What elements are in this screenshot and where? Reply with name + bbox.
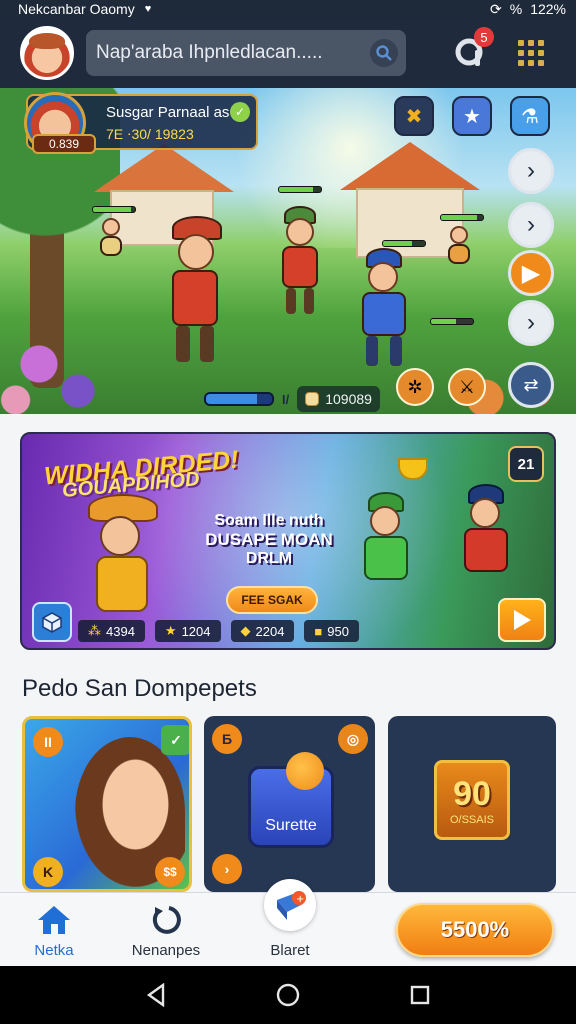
game-scene[interactable]: Susgar Parnaal as 7E ⋅30/ 19823 0.839 ✓ … [0, 88, 576, 414]
house-roof-right [340, 142, 480, 190]
coins-badge: $$ [155, 857, 185, 887]
bonus-label: O/SSAIS [449, 813, 495, 826]
gift-icon: + [264, 879, 316, 931]
promo-girl-character [78, 494, 178, 614]
game-card-3[interactable]: 90 O/SSAIS [388, 716, 556, 892]
play-icon[interactable] [498, 598, 546, 642]
search-box[interactable] [86, 30, 406, 76]
player-score: 0.839 [32, 134, 96, 154]
scene-hud: I/ 109089 [204, 386, 380, 412]
recents-icon[interactable] [400, 975, 440, 1015]
switch-icon[interactable]: ⇄ [508, 362, 554, 408]
fruit-icon [286, 752, 324, 790]
location-icon: ♥ [144, 3, 152, 15]
promo-text: Soam Ille nuth DUSAPE MOAN DRLM [194, 512, 344, 568]
coins-value: 109089 [325, 391, 372, 407]
promo-cta-button[interactable]: FEE SGAK [226, 586, 318, 614]
player-level: 7E ⋅30/ 19823 [106, 126, 194, 142]
hp-bar-npc-left [92, 206, 136, 213]
promo-text-line1: Soam Ille nuth [214, 512, 324, 529]
home-icon [34, 900, 74, 940]
search-input[interactable] [96, 42, 370, 64]
card-badge-bottom: K [33, 857, 63, 887]
promo-banner[interactable]: WIDHA DIRDED! GOUAPDIHOD Soam Ille nuth … [20, 432, 556, 650]
percent-action-button[interactable]: 5500% [396, 903, 554, 957]
npc-character-right[interactable] [444, 226, 474, 266]
bonus-tile: 90 O/SSAIS [434, 760, 510, 840]
player-card[interactable]: Susgar Parnaal as 7E ⋅30/ 19823 0.839 ✓ [24, 92, 258, 154]
skill-icon[interactable]: ✲ [396, 368, 434, 406]
section-title: Pedo San Dompepets [22, 675, 257, 702]
back-icon[interactable] [136, 975, 176, 1015]
sync-icon: ⟳ [490, 0, 502, 17]
signal-icon: % [509, 1, 523, 17]
nav-label-home: Netka [34, 942, 74, 959]
house-roof-left [94, 144, 234, 192]
flowers-left [0, 328, 130, 414]
enemy-character-blue[interactable] [350, 248, 420, 368]
attack-icon[interactable]: ⚔ [448, 368, 486, 406]
promo-stats: ⁂ 4394 ★ 1204 ◆ 2204 ■ 950 [78, 620, 359, 642]
quest-icon[interactable]: ✖ [394, 96, 434, 136]
hp-bar-enemy [382, 240, 426, 247]
nav-label-market: Blaret [270, 942, 310, 959]
verified-icon: ✓ [230, 102, 250, 122]
stat-pill: ★ 1204 [154, 620, 221, 642]
nav-label-news: Nenanpes [131, 942, 201, 959]
battery-level: 122% [530, 1, 566, 17]
energy-text: I/ [282, 391, 290, 407]
potion-icon[interactable]: ⚗ [510, 96, 550, 136]
nav-item-home[interactable]: Netka [22, 893, 86, 967]
promo-red-character [454, 484, 524, 604]
promo-text-line2: DUSAPE MOAN [205, 530, 333, 549]
svg-text:+: + [296, 894, 304, 905]
game-card-1[interactable]: II ✓ K $$ [22, 716, 192, 892]
energy-bar [204, 392, 274, 406]
nav-item-market[interactable]: + Blaret [248, 879, 332, 967]
play-small-icon[interactable]: › [212, 854, 242, 884]
notification-badge: 5 [474, 27, 494, 47]
nav-item-news[interactable]: Nenanpes [124, 893, 208, 967]
coin-icon [305, 392, 320, 406]
stat-pill: ◆ 2204 [230, 620, 295, 642]
target-icon: ◎ [338, 724, 368, 754]
pause-icon[interactable]: II [33, 727, 63, 757]
notification-button[interactable]: 5 [450, 27, 494, 73]
refresh-icon [146, 900, 186, 940]
hp-bar-npc-right [440, 214, 484, 221]
bottom-nav: Netka Nenanpes + Blaret 5500% [0, 879, 576, 967]
player-name: Susgar Parnaal as [106, 104, 230, 121]
check-icon: ✓ [161, 725, 189, 755]
card-badge-top: Б [212, 724, 242, 754]
status-title: Nekcanbar Oaomy [18, 1, 135, 17]
star-icon[interactable]: ★ [452, 96, 492, 136]
game-card-2[interactable]: Б ◎ Surette › [204, 716, 375, 892]
cube-icon[interactable] [32, 602, 72, 642]
next-arrow-icon[interactable]: › [508, 300, 554, 346]
top-bar: 5 [0, 18, 576, 88]
hero-character[interactable] [150, 216, 240, 366]
npc-character-left[interactable] [96, 218, 126, 258]
next-arrow-icon[interactable]: › [508, 148, 554, 194]
bonus-value: 90 [453, 774, 491, 813]
next-arrow-icon[interactable]: › [508, 202, 554, 248]
system-nav-bar [0, 966, 576, 1024]
coins-counter: 109089 [297, 386, 380, 412]
promo-text-line3: DRLM [245, 550, 293, 567]
status-bar: Nekcanbar Oaomy ♥ ⟳ % 122% [0, 0, 576, 18]
promo-count-badge[interactable]: 21 [508, 446, 544, 482]
ally-character-red[interactable] [270, 206, 330, 316]
stat-pill: ■ 950 [304, 620, 359, 642]
play-arrow-icon[interactable]: ▶ [508, 250, 554, 296]
hp-bar-ally [278, 186, 322, 193]
card-tile-label: Surette [265, 817, 317, 834]
promo-green-character [354, 492, 424, 612]
menu-grid-icon[interactable] [516, 38, 546, 68]
stat-pill: ⁂ 4394 [78, 620, 145, 642]
user-avatar[interactable] [20, 26, 74, 80]
search-icon[interactable] [370, 39, 398, 67]
home-system-icon[interactable] [268, 975, 308, 1015]
hp-bar-far-right [430, 318, 474, 325]
